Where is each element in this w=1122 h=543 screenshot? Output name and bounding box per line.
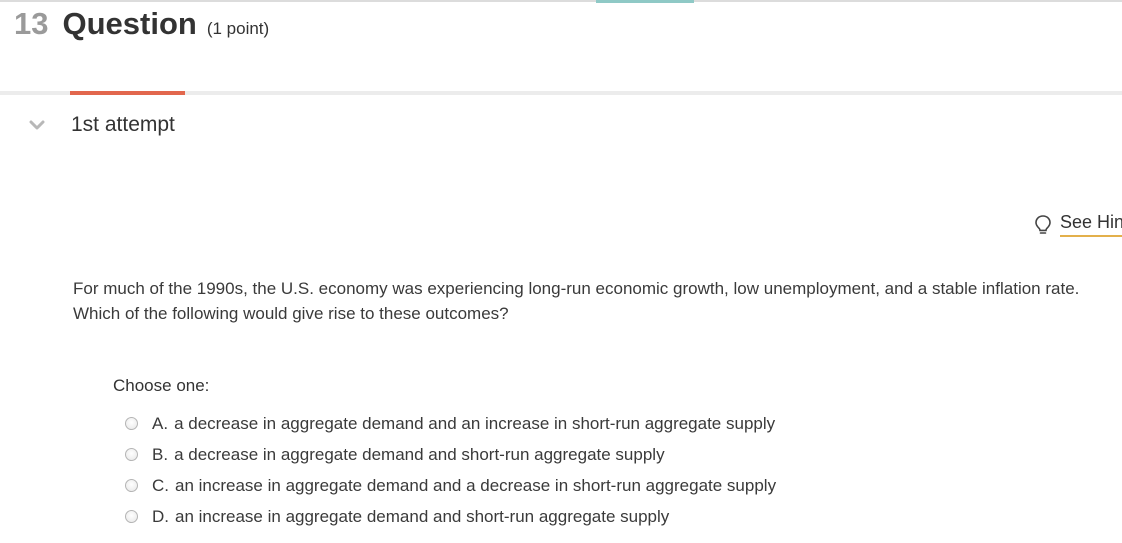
chevron-down-icon[interactable] — [28, 118, 46, 132]
attempt-label[interactable]: 1st attempt — [71, 113, 175, 137]
question-prompt: For much of the 1990s, the U.S. economy … — [73, 279, 1080, 323]
lightbulb-icon — [1035, 214, 1051, 234]
option-d[interactable]: D. an increase in aggregate demand and s… — [125, 501, 776, 532]
top-border — [0, 0, 1122, 2]
option-text: a decrease in aggregate demand and short… — [174, 444, 665, 464]
option-letter: C. — [152, 475, 169, 495]
see-hint-link[interactable]: See Hint — [1034, 212, 1122, 237]
option-text: an increase in aggregate demand and shor… — [175, 506, 670, 526]
question-title: Question — [62, 6, 197, 41]
see-hint-label[interactable]: See Hint — [1060, 212, 1122, 237]
question-points: (1 point) — [206, 19, 270, 38]
option-c[interactable]: C. an increase in aggregate demand and a… — [125, 470, 776, 501]
option-text: a decrease in aggregate demand and an in… — [174, 413, 776, 433]
option-letter: A. — [152, 413, 169, 433]
option-b[interactable]: B. a decrease in aggregate demand and sh… — [125, 439, 776, 470]
option-text: an increase in aggregate demand and a de… — [175, 475, 777, 495]
radio-button-icon[interactable] — [125, 510, 138, 523]
radio-button-icon[interactable] — [125, 479, 138, 492]
option-a[interactable]: A. a decrease in aggregate demand and an… — [125, 408, 776, 439]
answer-options: A. a decrease in aggregate demand and an… — [125, 408, 776, 532]
question-number: 13 — [14, 6, 49, 41]
choose-one-label: Choose one: — [113, 376, 210, 395]
attempt-tab-indicator — [70, 91, 185, 95]
option-letter: D. — [152, 506, 169, 526]
radio-button-icon[interactable] — [125, 417, 138, 430]
radio-button-icon[interactable] — [125, 448, 138, 461]
option-letter: B. — [152, 444, 169, 464]
top-accent-bar — [596, 0, 694, 3]
question-header: 13 Question (1 point) — [14, 6, 269, 42]
